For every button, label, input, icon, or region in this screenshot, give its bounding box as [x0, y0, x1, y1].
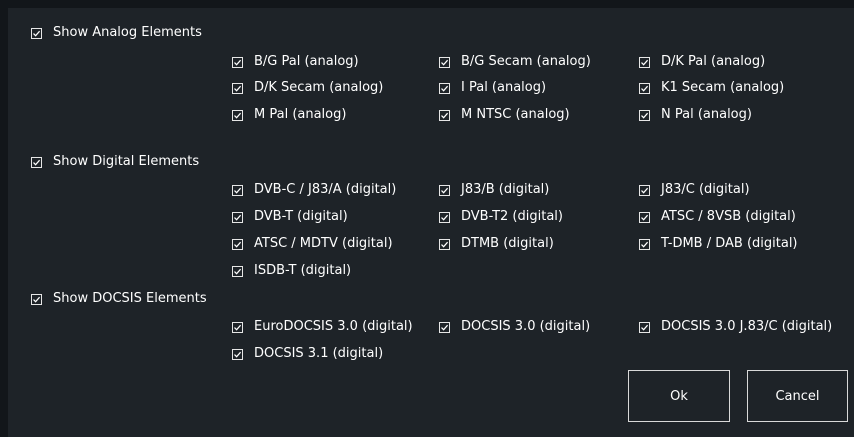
checkmark-icon [232, 238, 243, 250]
m-ntsc-analog-checkbox[interactable]: M NTSC (analog) [439, 107, 570, 123]
checkmark-icon [439, 321, 450, 333]
t-dmb-dab-digital-checkbox[interactable]: T-DMB / DAB (digital) [639, 236, 798, 252]
checkmark-icon [639, 82, 650, 94]
atsc-mdtv-digital-checkbox[interactable]: ATSC / MDTV (digital) [232, 236, 393, 252]
checkbox-label: DOCSIS 3.0 J.83/C (digital) [661, 319, 833, 334]
docsis-3-0-j83c-digital-checkbox[interactable]: DOCSIS 3.0 J.83/C (digital) [639, 319, 832, 335]
isdb-t-digital-checkbox[interactable]: ISDB-T (digital) [232, 263, 351, 279]
checkbox-label: J83/B (digital) [461, 182, 550, 197]
checkbox-label: ATSC / MDTV (digital) [254, 236, 393, 251]
j83b-digital-checkbox[interactable]: J83/B (digital) [439, 182, 549, 198]
eurodocsis-3-0-digital-checkbox[interactable]: EuroDOCSIS 3.0 (digital) [232, 319, 413, 335]
bg-pal-analog-checkbox[interactable]: B/G Pal (analog) [232, 54, 359, 70]
checkbox-label: ATSC / 8VSB (digital) [661, 209, 796, 224]
checkbox-label: N Pal (analog) [661, 107, 752, 122]
checkbox-label: M Pal (analog) [254, 107, 347, 122]
checkmark-icon [31, 27, 42, 39]
checkbox-label: DOCSIS 3.1 (digital) [254, 346, 384, 361]
checkmark-icon [639, 56, 650, 68]
checkbox-label: J83/C (digital) [661, 182, 750, 197]
dvb-t-digital-checkbox[interactable]: DVB-T (digital) [232, 209, 348, 225]
checkmark-icon [439, 56, 450, 68]
docsis-3-0-digital-checkbox[interactable]: DOCSIS 3.0 (digital) [439, 319, 590, 335]
dialog-left-edge [0, 0, 8, 437]
checkmark-icon [232, 211, 243, 223]
show-docsis-elements-checkbox[interactable]: Show DOCSIS Elements [31, 291, 207, 307]
checkmark-icon [232, 348, 243, 360]
checkbox-label: I Pal (analog) [461, 80, 547, 95]
k1-secam-analog-checkbox[interactable]: K1 Secam (analog) [639, 80, 784, 96]
show-digital-elements-checkbox[interactable]: Show Digital Elements [31, 154, 199, 170]
checkbox-label: M NTSC (analog) [461, 107, 570, 122]
checkmark-icon [439, 211, 450, 223]
j83c-digital-checkbox[interactable]: J83/C (digital) [639, 182, 750, 198]
checkbox-label: DVB-T (digital) [254, 209, 348, 224]
checkbox-label: Show DOCSIS Elements [53, 291, 207, 306]
dvb-t2-digital-checkbox[interactable]: DVB-T2 (digital) [439, 209, 563, 225]
checkmark-icon [439, 238, 450, 250]
checkbox-label: DOCSIS 3.0 (digital) [461, 319, 591, 334]
n-pal-analog-checkbox[interactable]: N Pal (analog) [639, 107, 752, 123]
checkmark-icon [639, 184, 650, 196]
checkbox-label: T-DMB / DAB (digital) [661, 236, 798, 251]
show-analog-elements-checkbox[interactable]: Show Analog Elements [31, 25, 202, 41]
checkbox-label: DVB-C / J83/A (digital) [254, 182, 397, 197]
i-pal-analog-checkbox[interactable]: I Pal (analog) [439, 80, 546, 96]
checkbox-label: D/K Pal (analog) [661, 54, 766, 69]
checkbox-label: Show Digital Elements [53, 154, 200, 169]
checkmark-icon [31, 156, 42, 168]
checkmark-icon [232, 184, 243, 196]
checkmark-icon [31, 293, 42, 305]
checkmark-icon [232, 56, 243, 68]
checkmark-icon [639, 109, 650, 121]
dtmb-digital-checkbox[interactable]: DTMB (digital) [439, 236, 554, 252]
checkbox-label: DTMB (digital) [461, 236, 554, 251]
checkbox-label: ISDB-T (digital) [254, 263, 352, 278]
checkmark-icon [232, 265, 243, 277]
m-pal-analog-checkbox[interactable]: M Pal (analog) [232, 107, 346, 123]
checkbox-label: K1 Secam (analog) [661, 80, 785, 95]
dialog-top-edge [0, 0, 854, 8]
dvb-c-j83a-digital-checkbox[interactable]: DVB-C / J83/A (digital) [232, 182, 396, 198]
checkmark-icon [439, 184, 450, 196]
bg-secam-analog-checkbox[interactable]: B/G Secam (analog) [439, 54, 591, 70]
checkmark-icon [639, 211, 650, 223]
standards-filter-dialog: Show Analog Elements B/G Pal (analog) B/… [0, 0, 854, 437]
checkmark-icon [439, 109, 450, 121]
checkmark-icon [232, 82, 243, 94]
docsis-3-1-digital-checkbox[interactable]: DOCSIS 3.1 (digital) [232, 346, 383, 362]
dk-pal-analog-checkbox[interactable]: D/K Pal (analog) [639, 54, 765, 70]
checkmark-icon [232, 321, 243, 333]
atsc-8vsb-digital-checkbox[interactable]: ATSC / 8VSB (digital) [639, 209, 796, 225]
dk-secam-analog-checkbox[interactable]: D/K Secam (analog) [232, 80, 383, 96]
checkbox-label: D/K Secam (analog) [254, 80, 384, 95]
checkmark-icon [639, 238, 650, 250]
checkbox-label: DVB-T2 (digital) [461, 209, 563, 224]
ok-button[interactable]: Ok [628, 370, 730, 422]
cancel-button[interactable]: Cancel [747, 370, 848, 422]
checkmark-icon [232, 109, 243, 121]
checkbox-label: B/G Pal (analog) [254, 54, 359, 69]
checkmark-icon [639, 321, 650, 333]
checkbox-label: B/G Secam (analog) [461, 54, 591, 69]
checkbox-label: EuroDOCSIS 3.0 (digital) [254, 319, 413, 334]
checkmark-icon [439, 82, 450, 94]
checkbox-label: Show Analog Elements [53, 25, 202, 40]
